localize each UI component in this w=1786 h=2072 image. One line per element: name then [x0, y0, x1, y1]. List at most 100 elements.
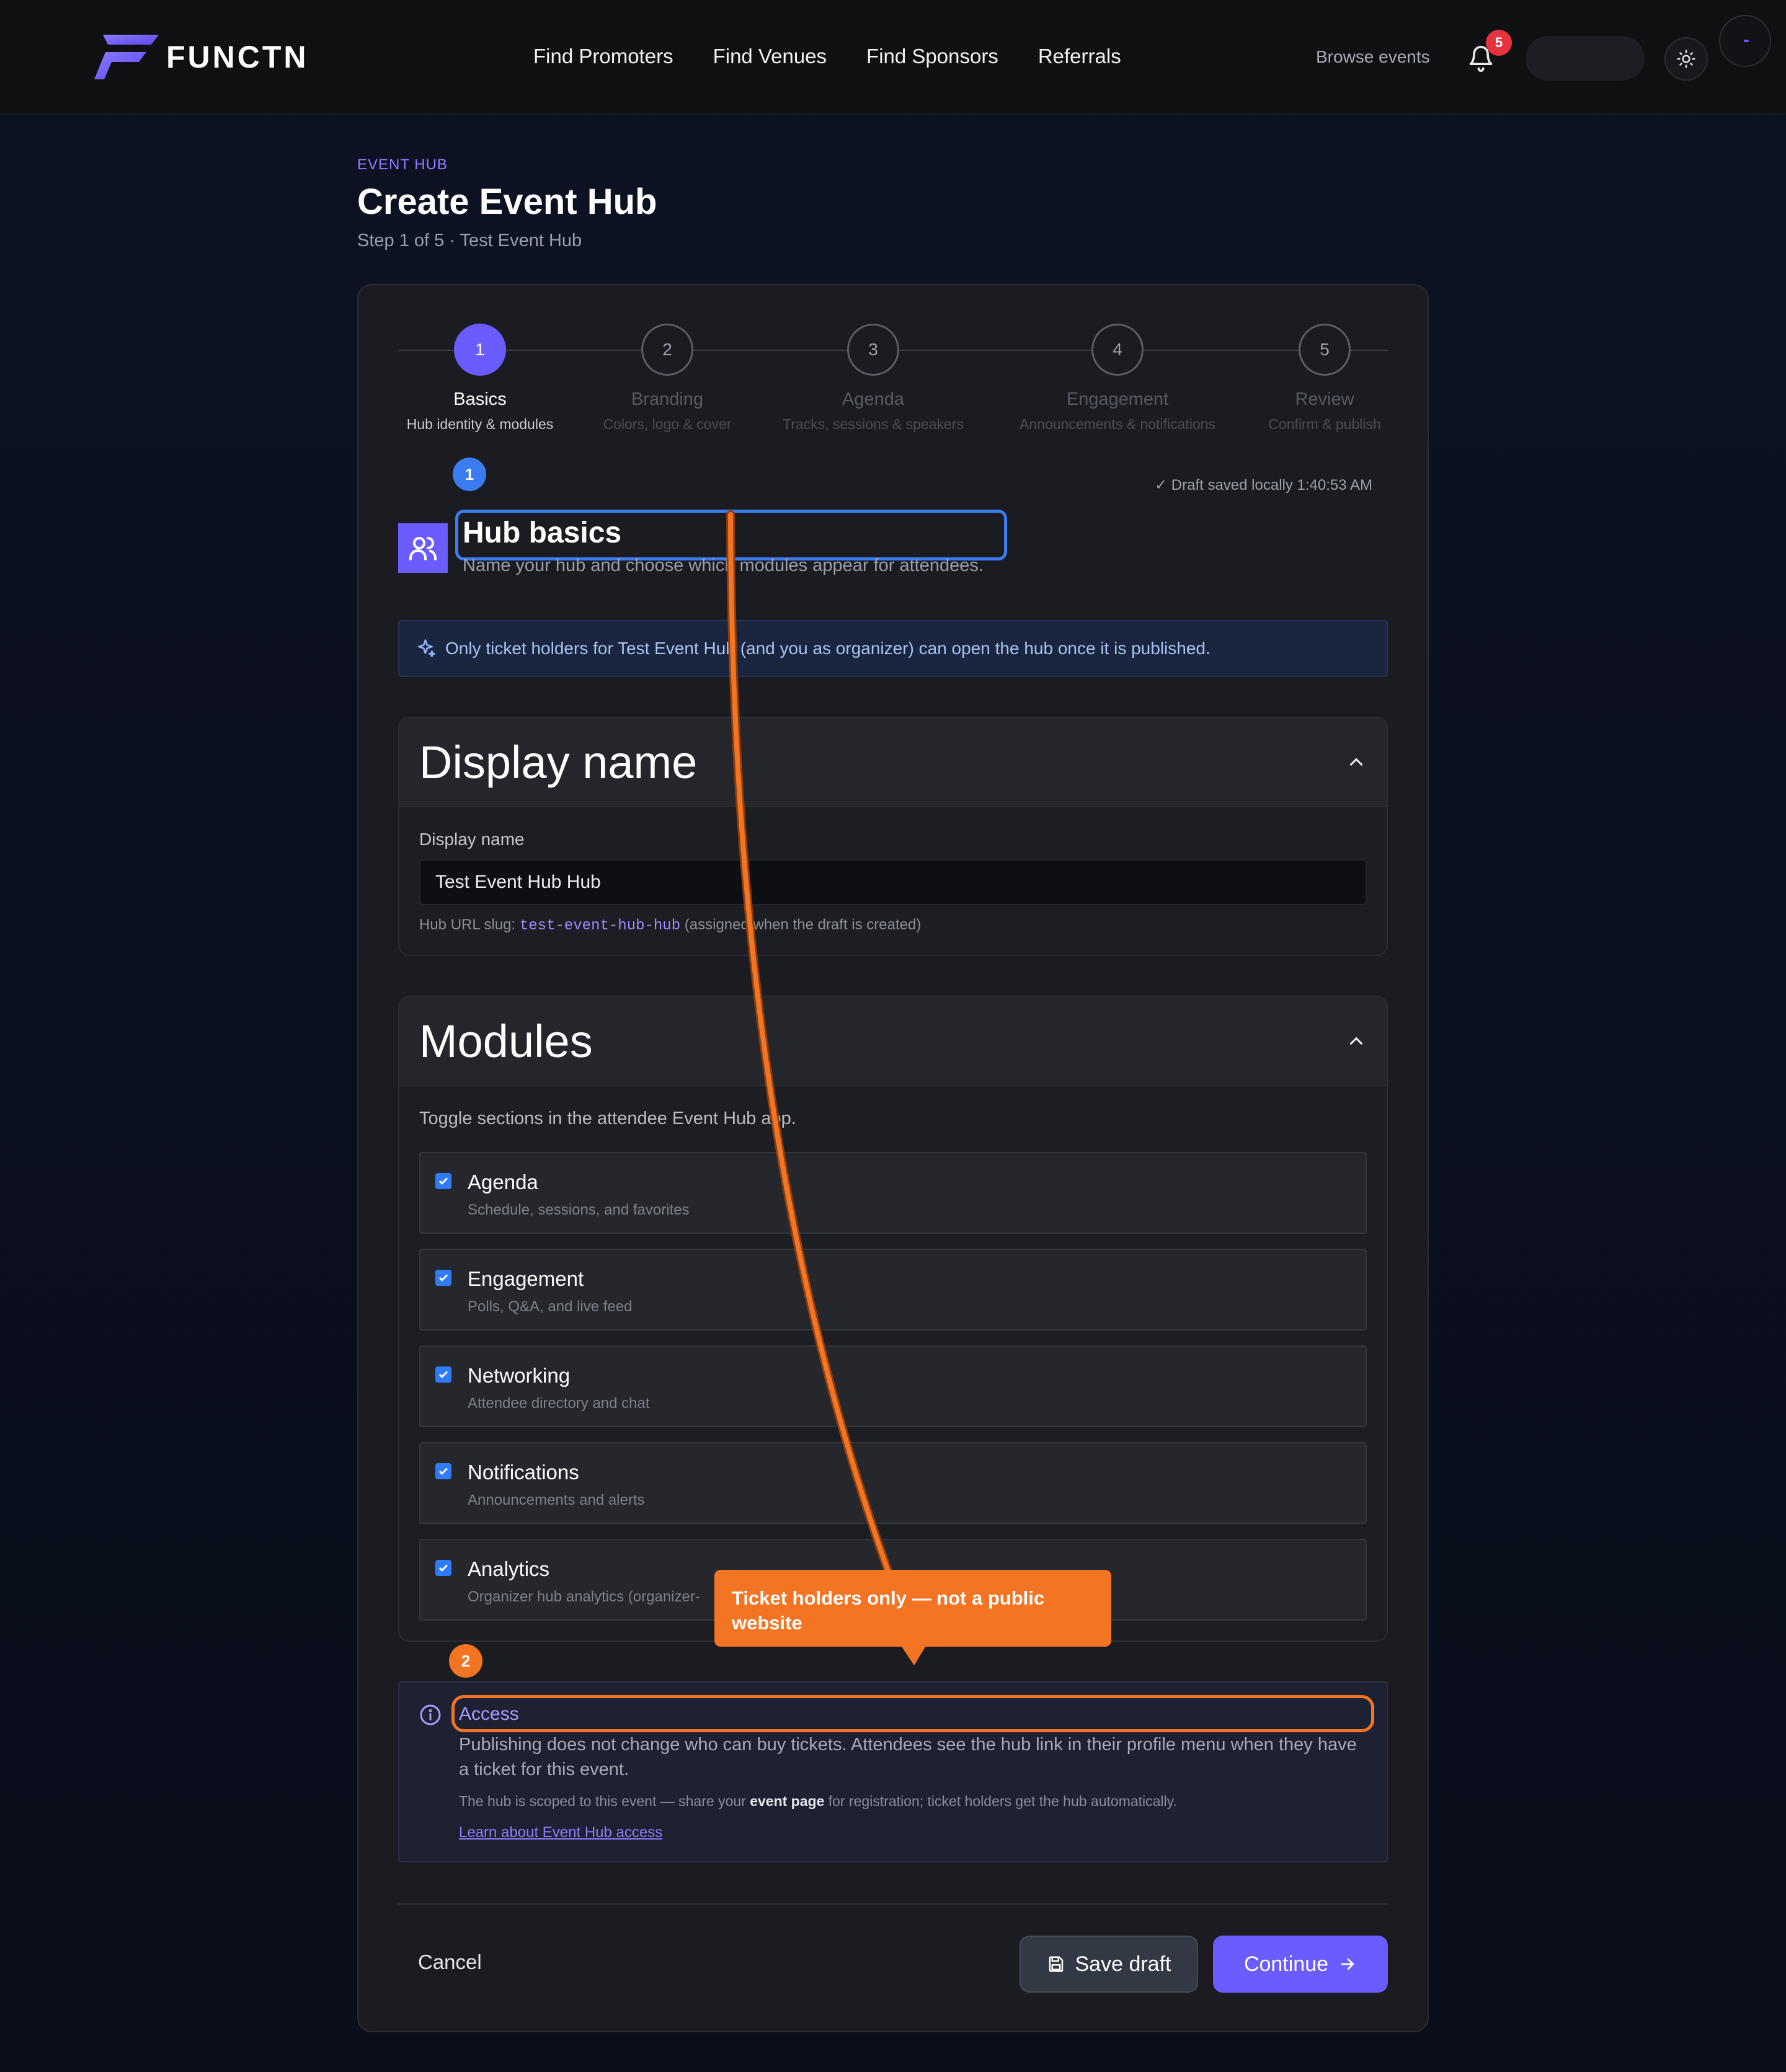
check-icon [438, 1371, 448, 1378]
main-nav: Find Promoters Find Venues Find Sponsors… [533, 45, 1121, 68]
section-title: Modules [419, 1015, 593, 1067]
annotation-marker-1: 1 [453, 458, 486, 491]
continue-label: Continue [1243, 1952, 1329, 1976]
checkbox[interactable] [435, 1173, 451, 1189]
modules-header[interactable]: Modules [399, 997, 1387, 1086]
sun-icon [1677, 50, 1695, 68]
draft-saved-text: Draft saved locally 1:40:53 AM [1171, 477, 1372, 494]
note-text: for registration; ticket holders get the… [824, 1793, 1177, 1809]
display-name-section: Display name Display name Hub URL slug: … [398, 717, 1388, 956]
access-body: Publishing does not change who can buy t… [459, 1735, 1357, 1779]
note-bold: event page [750, 1793, 825, 1809]
modules-intro: Toggle sections in the attendee Event Hu… [419, 1109, 796, 1128]
display-name-header[interactable]: Display name [399, 718, 1387, 807]
hub-basics-subtitle: Name your hub and choose which modules a… [463, 556, 984, 575]
nav-find-venues[interactable]: Find Venues [713, 45, 827, 68]
browse-events-link[interactable]: Browse events [1316, 47, 1430, 67]
module-name: Notifications [468, 1461, 579, 1484]
step-number: 2 [641, 324, 693, 376]
module-description: Organizer hub analytics (organizer- [468, 1588, 700, 1605]
modules-section: Modules Toggle sections in the attendee … [398, 996, 1388, 1642]
module-notifications[interactable]: Notifications Announcements and alerts [419, 1442, 1367, 1524]
module-description: Polls, Q&A, and live feed [468, 1298, 633, 1315]
users-icon [398, 523, 448, 573]
step-description: Announcements & notifications [1020, 416, 1215, 432]
step-description: Colors, logo & cover [603, 416, 732, 432]
check-icon [438, 1274, 448, 1282]
check-icon [438, 1564, 448, 1572]
module-name: Engagement [468, 1267, 584, 1290]
chevron-up-icon[interactable] [1346, 1030, 1367, 1051]
display-name-input[interactable] [419, 859, 1367, 905]
draft-saved-status: ✓ Draft saved locally 1:40:53 AM [1155, 477, 1372, 494]
step-basics[interactable]: 1 Basics Hub identity & modules [398, 324, 562, 433]
step-description: Confirm & publish [1268, 416, 1381, 432]
annotation-marker-2: 2 [449, 1644, 482, 1678]
chevron-up-icon[interactable] [1346, 751, 1367, 773]
module-description: Announcements and alerts [468, 1492, 645, 1508]
highlight-outline [451, 1695, 1374, 1732]
step-label: Branding [631, 389, 704, 409]
section-title: Display name [419, 736, 698, 788]
arrow-right-icon [1341, 1959, 1354, 1970]
top-navigation-bar: FUNCTN Find Promoters Find Venues Find S… [0, 0, 1786, 114]
note-text: The hub is scoped to this event — share … [459, 1793, 750, 1809]
step-label: Engagement [1066, 389, 1169, 409]
step-description: Hub identity & modules [406, 416, 554, 432]
avatar[interactable] [1719, 15, 1771, 67]
info-banner-text: Only ticket holders for Test Event Hub (… [445, 639, 1211, 658]
nav-find-sponsors[interactable]: Find Sponsors [866, 45, 998, 68]
brand-name: FUNCTN [166, 40, 309, 74]
module-engagement[interactable]: Engagement Polls, Q&A, and live feed [419, 1249, 1367, 1330]
checkbox[interactable] [435, 1366, 451, 1383]
step-review[interactable]: 5 Review Confirm & publish [1260, 324, 1389, 433]
functn-logo[interactable]: FUNCTN [94, 35, 309, 79]
access-note: The hub is scoped to this event — share … [459, 1793, 1177, 1810]
checkbox[interactable] [435, 1270, 451, 1286]
module-name: Networking [468, 1364, 571, 1387]
display-name-label: Display name [419, 830, 525, 849]
hub-url-slug: Hub URL slug: test-event-hub-hub (assign… [419, 916, 921, 934]
step-branding[interactable]: 2 Branding Colors, logo & cover [593, 324, 742, 433]
step-number: 4 [1091, 324, 1144, 376]
module-networking[interactable]: Networking Attendee directory and chat [419, 1345, 1367, 1427]
highlight-outline [455, 510, 1007, 560]
check-icon [438, 1177, 448, 1185]
step-number: 1 [454, 324, 506, 376]
page-subtitle: Step 1 of 5 · Test Event Hub [357, 231, 582, 250]
cancel-button[interactable]: Cancel [418, 1950, 482, 1974]
access-info-banner: Only ticket holders for Test Event Hub (… [398, 620, 1388, 677]
functn-logo-mark-icon [94, 35, 159, 79]
module-agenda[interactable]: Agenda Schedule, sessions, and favorites [419, 1152, 1367, 1234]
notification-count-badge: 5 [1486, 30, 1512, 56]
account-pill[interactable] [1526, 36, 1645, 81]
step-agenda[interactable]: 3 Agenda Tracks, sessions & speakers [774, 324, 972, 433]
theme-toggle-button[interactable] [1664, 37, 1708, 81]
step-engagement[interactable]: 4 Engagement Announcements & notificatio… [1007, 324, 1228, 433]
learn-access-link[interactable]: Learn about Event Hub access [459, 1824, 662, 1841]
step-number: 3 [847, 324, 899, 376]
step-label: Agenda [842, 389, 904, 409]
nav-referrals[interactable]: Referrals [1038, 45, 1121, 68]
step-number: 5 [1299, 324, 1351, 376]
nav-find-promoters[interactable]: Find Promoters [533, 45, 673, 68]
module-name: Agenda [468, 1171, 538, 1193]
checkbox[interactable] [435, 1560, 451, 1576]
check-icon [438, 1468, 448, 1475]
step-label: Review [1295, 389, 1354, 409]
step-label: Basics [453, 389, 507, 409]
footer-divider [398, 1903, 1388, 1905]
save-icon [1049, 1956, 1063, 1972]
module-description: Attendee directory and chat [468, 1395, 650, 1412]
checkbox[interactable] [435, 1463, 451, 1479]
save-draft-label: Save draft [1075, 1952, 1171, 1976]
sparkles-icon [418, 639, 435, 657]
module-description: Schedule, sessions, and favorites [468, 1202, 690, 1218]
continue-button[interactable]: Continue [1213, 1936, 1388, 1993]
save-draft-button[interactable]: Save draft [1020, 1936, 1198, 1993]
eyebrow-label: EVENT HUB [357, 156, 448, 173]
annotation-callout: Ticket holders only — not a public websi… [714, 1570, 1111, 1647]
step-description: Tracks, sessions & speakers [783, 416, 964, 432]
slug-suffix: (assigned when the draft is created) [684, 916, 922, 933]
page-title: Create Event Hub [357, 182, 657, 222]
